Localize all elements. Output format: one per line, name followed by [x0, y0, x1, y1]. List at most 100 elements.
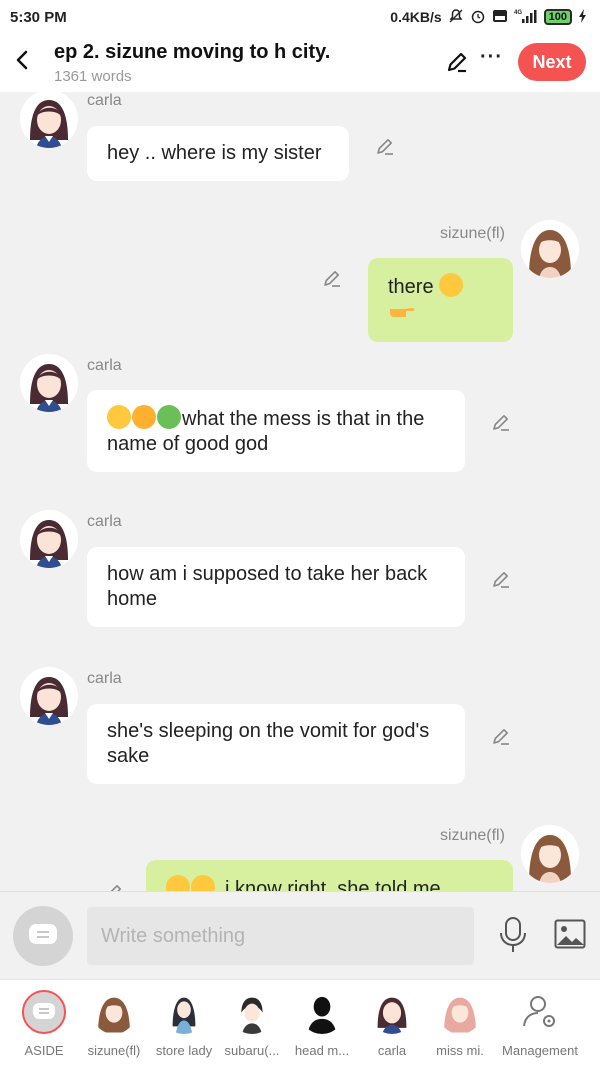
battery-level: 100 [543, 9, 572, 25]
edit-title-button[interactable] [444, 49, 470, 75]
character-label: miss mi. [436, 1043, 484, 1058]
subaru-avatar-icon [230, 990, 274, 1034]
speaker-name: carla [87, 92, 122, 109]
message-bubble[interactable]: what the mess is that in the name of goo… [87, 390, 465, 472]
pointing-hand-emoji [388, 300, 416, 324]
aside-bubble-icon [33, 1003, 55, 1019]
smiling-face-emoji [439, 273, 464, 297]
miss-mi-avatar-icon [438, 990, 482, 1034]
character-label: head m... [294, 1043, 350, 1058]
avatar-carla[interactable] [20, 92, 78, 148]
character-aside[interactable]: ASIDE [8, 980, 80, 1067]
word-count: 1361 words [54, 68, 132, 85]
mute-bell-icon [448, 8, 464, 27]
miss-mi-avatar [438, 990, 482, 1034]
head-m-avatar [300, 990, 344, 1034]
signal-icon: 4G [514, 8, 538, 27]
back-button[interactable] [10, 44, 34, 76]
laughing-face-emoji [191, 875, 215, 891]
pencil-icon [447, 52, 467, 73]
edit-message-button[interactable] [490, 412, 512, 434]
episode-header: ep 2. sizune moving to h city. 1361 word… [0, 34, 600, 92]
chat-area[interactable]: carla hey .. where is my sister sizune(f… [0, 92, 600, 891]
message-bubble-mine[interactable]: there [368, 258, 513, 342]
message-input[interactable] [87, 907, 474, 965]
message-text: there [388, 276, 434, 298]
speaker-name: carla [87, 357, 122, 374]
network-type-label: 4G [514, 10, 522, 16]
carla-avatar [370, 990, 414, 1034]
pencil-icon [493, 415, 509, 431]
aside-avatar [22, 990, 66, 1034]
nauseated-face-emoji [157, 405, 181, 429]
dizzy-face-emoji [132, 405, 156, 429]
edit-message-button[interactable] [103, 882, 125, 891]
character-sizune[interactable]: sizune(fl) [78, 980, 150, 1067]
message-bubble-mine[interactable]: i know right, she told me [146, 860, 513, 891]
carla-avatar-icon [20, 92, 78, 148]
aside-bubble-icon [29, 924, 57, 944]
avatar-carla[interactable] [20, 510, 78, 568]
sizune-avatar-icon [92, 990, 136, 1034]
character-store-lady[interactable]: store lady [148, 980, 220, 1067]
edit-message-button[interactable] [490, 569, 512, 591]
avatar-sizune[interactable] [521, 825, 579, 883]
edit-message-button[interactable] [490, 726, 512, 748]
pencil-icon [110, 885, 121, 891]
speaker-name: carla [87, 670, 122, 687]
message-bubble[interactable]: hey .. where is my sister [87, 126, 349, 181]
message-text: how am i supposed to take her back home [107, 563, 428, 610]
character-miss-mi[interactable]: miss mi. [424, 980, 496, 1067]
episode-title: ep 2. sizune moving to h city. [54, 41, 331, 63]
message-text: i know right, she told me [225, 878, 441, 891]
edit-message-button[interactable] [321, 268, 343, 290]
sizune-avatar [92, 990, 136, 1034]
user-gear-icon [523, 996, 555, 1027]
aside-toggle-button[interactable] [13, 906, 73, 966]
pencil-icon [324, 271, 340, 287]
message-bubble[interactable]: she's sleeping on the vomit for god's sa… [87, 704, 465, 784]
image-icon [554, 919, 586, 949]
character-head-m[interactable]: head m... [286, 980, 358, 1067]
status-time: 5:30 PM [10, 8, 67, 26]
pencil-icon [377, 139, 393, 155]
character-bar: ASIDE sizune(fl) store lady subaru(... h… [0, 979, 600, 1067]
edit-message-button[interactable] [374, 136, 396, 158]
carla-avatar-icon [20, 667, 78, 725]
network-speed: 0.4KB/s [390, 9, 442, 25]
carla-avatar-icon [20, 354, 78, 412]
character-management[interactable]: Management [502, 980, 578, 1067]
pencil-icon [493, 572, 509, 588]
character-label: store lady [155, 1043, 213, 1058]
store-lady-avatar [162, 990, 206, 1034]
message-bubble[interactable]: how am i supposed to take her back home [87, 547, 465, 627]
character-subaru[interactable]: subaru(... [216, 980, 288, 1067]
charging-icon [578, 8, 588, 27]
management-avatar [518, 990, 562, 1034]
character-label: sizune(fl) [87, 1043, 141, 1058]
pencil-icon [493, 729, 509, 745]
speaker-name: sizune(fl) [440, 225, 505, 242]
sizune-avatar-icon [521, 825, 579, 883]
carla-avatar-icon [370, 990, 414, 1034]
message-text: she's sleeping on the vomit for god's sa… [107, 720, 430, 767]
next-button[interactable]: Next [518, 43, 586, 81]
composer [0, 891, 600, 979]
character-label: ASIDE [24, 1043, 64, 1058]
subaru-avatar [230, 990, 274, 1034]
chevron-left-icon [16, 50, 28, 70]
more-options-button[interactable]: ··· [480, 46, 503, 69]
character-carla[interactable]: carla [356, 980, 428, 1067]
character-label: subaru(... [224, 1043, 280, 1058]
microphone-icon [500, 917, 526, 952]
avatar-carla[interactable] [20, 667, 78, 725]
alarm-icon [470, 8, 486, 27]
voice-input-button[interactable] [498, 916, 528, 954]
insert-image-button[interactable] [554, 919, 586, 949]
sizune-avatar-icon [521, 220, 579, 278]
silhouette-avatar-icon [300, 990, 344, 1034]
avatar-sizune[interactable] [521, 220, 579, 278]
avatar-carla[interactable] [20, 354, 78, 412]
character-label: Management [502, 1043, 578, 1058]
volte-icon [492, 8, 508, 27]
